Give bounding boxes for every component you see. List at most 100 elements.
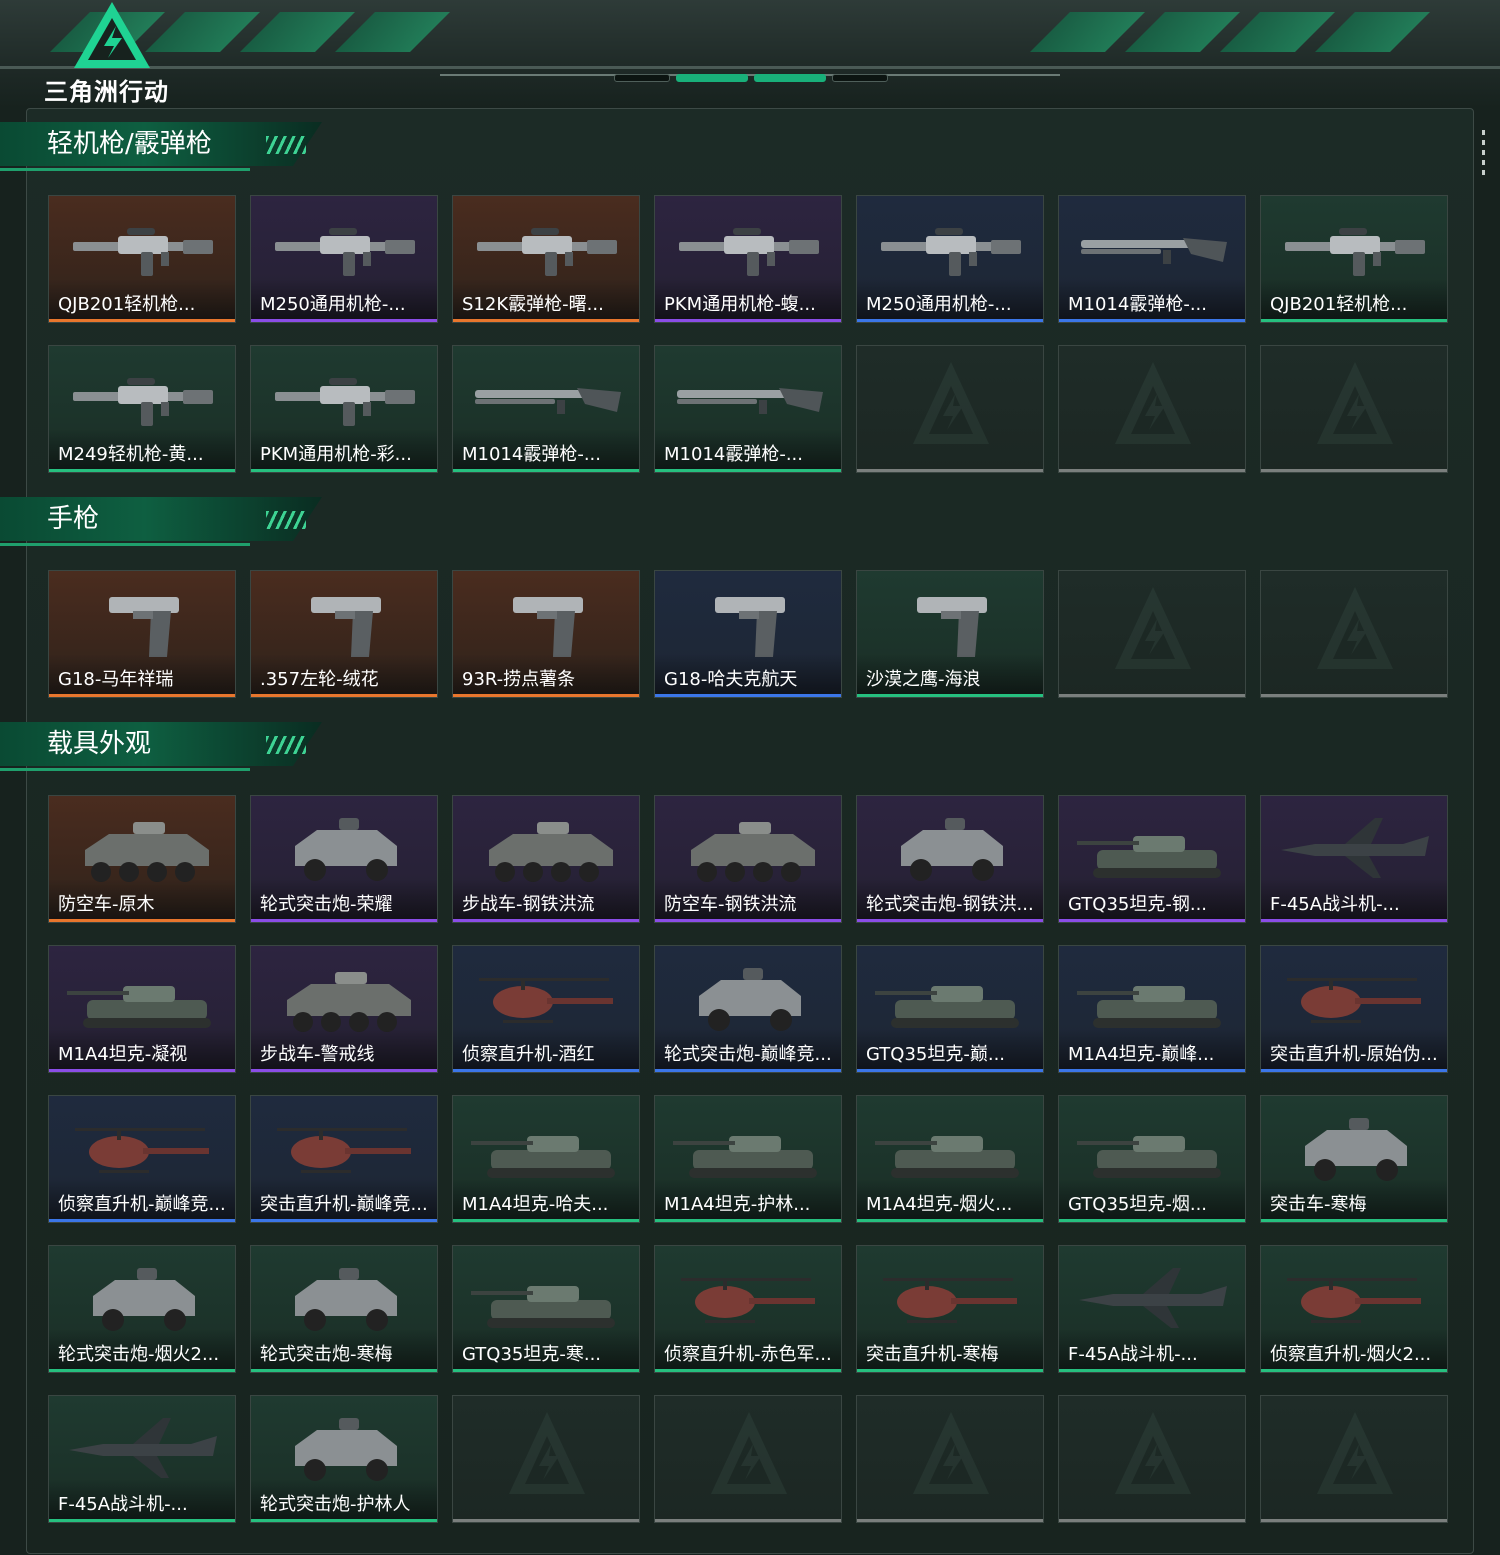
- item-card[interactable]: GTQ35坦克-巅...: [856, 945, 1044, 1073]
- rarity-bar: [251, 1369, 437, 1372]
- rarity-bar: [1059, 1519, 1245, 1522]
- header-decoration: [240, 12, 355, 52]
- item-card[interactable]: 突击直升机-原始伪...: [1260, 945, 1448, 1073]
- scrollbar-dot[interactable]: [1482, 130, 1485, 135]
- item-card[interactable]: 轮式突击炮-护林人: [250, 1395, 438, 1523]
- pistol-icon: [109, 597, 179, 657]
- scrollbar-dot[interactable]: [1482, 160, 1485, 165]
- scrollbar-dot[interactable]: [1482, 150, 1485, 155]
- empty-slot: [654, 1395, 842, 1523]
- item-name: M1A4坦克-凝视: [58, 1044, 188, 1065]
- rarity-bar: [857, 469, 1043, 472]
- rarity-bar: [453, 919, 639, 922]
- item-card[interactable]: 侦察直升机-酒红: [452, 945, 640, 1073]
- item-card[interactable]: 轮式突击炮-巅峰竞...: [654, 945, 842, 1073]
- item-card[interactable]: .357左轮-绒花: [250, 570, 438, 698]
- item-card[interactable]: 侦察直升机-赤色军...: [654, 1245, 842, 1373]
- item-name: 93R-捞点薯条: [462, 669, 576, 690]
- rarity-bar: [857, 1369, 1043, 1372]
- top-header: 三角洲行动: [0, 0, 1500, 108]
- item-card[interactable]: QJB201轻机枪...: [48, 195, 236, 323]
- item-card[interactable]: 突击直升机-巅峰竞...: [250, 1095, 438, 1223]
- item-card[interactable]: S12K霰弹枪-曙...: [452, 195, 640, 323]
- heli-icon: [1287, 978, 1421, 1023]
- truck-icon: [295, 1418, 397, 1481]
- item-card[interactable]: M1A4坦克-烟火...: [856, 1095, 1044, 1223]
- header-divider: [0, 66, 1500, 69]
- item-card[interactable]: G18-哈夫克航天: [654, 570, 842, 698]
- item-name: 轮式突击炮-烟火2...: [58, 1344, 220, 1365]
- heli-icon: [883, 1278, 1017, 1323]
- rarity-bar: [1261, 1519, 1447, 1522]
- item-card[interactable]: 轮式突击炮-烟火2...: [48, 1245, 236, 1373]
- item-name: QJB201轻机枪...: [1270, 294, 1408, 315]
- item-card[interactable]: 沙漠之鹰-海浪: [856, 570, 1044, 698]
- item-card[interactable]: 突击直升机-寒梅: [856, 1245, 1044, 1373]
- item-card[interactable]: GTQ35坦克-烟...: [1058, 1095, 1246, 1223]
- item-name: 突击直升机-巅峰竞...: [260, 1194, 428, 1215]
- item-card[interactable]: M249轻机枪-黄...: [48, 345, 236, 473]
- item-card[interactable]: QJB201轻机枪...: [1260, 195, 1448, 323]
- item-card[interactable]: 防空车-钢铁洪流: [654, 795, 842, 923]
- item-card[interactable]: 防空车-原木: [48, 795, 236, 923]
- empty-slot: [1260, 345, 1448, 473]
- item-card[interactable]: 侦察直升机-巅峰竞...: [48, 1095, 236, 1223]
- item-card[interactable]: PKM通用机枪-蝮...: [654, 195, 842, 323]
- item-name: 突击直升机-寒梅: [866, 1344, 999, 1365]
- item-name: 轮式突击炮-寒梅: [260, 1344, 393, 1365]
- item-card[interactable]: GTQ35坦克-钢...: [1058, 795, 1246, 923]
- item-name: S12K霰弹枪-曙...: [462, 294, 604, 315]
- page-indicator-active[interactable]: [754, 74, 826, 82]
- item-card[interactable]: 侦察直升机-烟火2...: [1260, 1245, 1448, 1373]
- jet-icon: [1079, 1268, 1227, 1328]
- item-card[interactable]: G18-马年祥瑞: [48, 570, 236, 698]
- item-card[interactable]: M250通用机枪-...: [856, 195, 1044, 323]
- pistol-icon: [715, 597, 785, 657]
- rarity-bar: [453, 469, 639, 472]
- item-card[interactable]: M1A4坦克-哈夫...: [452, 1095, 640, 1223]
- rarity-bar: [655, 919, 841, 922]
- heli-icon: [75, 1128, 209, 1173]
- item-card[interactable]: F-45A战斗机-...: [48, 1395, 236, 1523]
- item-name: M1014霰弹枪-...: [664, 444, 803, 465]
- rarity-bar: [49, 1069, 235, 1072]
- item-name: GTQ35坦克-巅...: [866, 1044, 1006, 1065]
- item-card[interactable]: M1A4坦克-巅峰...: [1058, 945, 1246, 1073]
- page-indicator-active[interactable]: [676, 74, 748, 82]
- section-header-vehicle-skins: 载具外观: [0, 722, 330, 774]
- item-card[interactable]: M1014霰弹枪-...: [1058, 195, 1246, 323]
- rarity-bar: [1261, 919, 1447, 922]
- item-card[interactable]: 轮式突击炮-钢铁洪...: [856, 795, 1044, 923]
- item-card[interactable]: M250通用机枪-...: [250, 195, 438, 323]
- page-indicator[interactable]: [832, 74, 888, 82]
- item-card[interactable]: M1A4坦克-凝视: [48, 945, 236, 1073]
- heli-icon: [681, 1278, 815, 1323]
- scrollbar-dot[interactable]: [1482, 140, 1485, 145]
- header-decoration: [1315, 12, 1430, 52]
- rarity-bar: [453, 694, 639, 697]
- scrollbar-dot[interactable]: [1482, 170, 1485, 175]
- page-indicator[interactable]: [614, 74, 670, 82]
- item-card[interactable]: F-45A战斗机-...: [1058, 1245, 1246, 1373]
- item-card[interactable]: 轮式突击炮-荣耀: [250, 795, 438, 923]
- item-card[interactable]: 轮式突击炮-寒梅: [250, 1245, 438, 1373]
- item-card[interactable]: M1014霰弹枪-...: [452, 345, 640, 473]
- rarity-bar: [655, 1219, 841, 1222]
- item-card[interactable]: 步战车-警戒线: [250, 945, 438, 1073]
- item-card[interactable]: 步战车-钢铁洪流: [452, 795, 640, 923]
- item-card[interactable]: 93R-捞点薯条: [452, 570, 640, 698]
- section-title: 手枪: [47, 504, 100, 534]
- rarity-bar: [857, 1069, 1043, 1072]
- item-card[interactable]: M1A4坦克-护林...: [654, 1095, 842, 1223]
- header-divider: [440, 74, 1060, 76]
- item-name: 轮式突击炮-荣耀: [260, 894, 393, 915]
- item-card[interactable]: GTQ35坦克-寒...: [452, 1245, 640, 1373]
- shotgun-icon: [475, 388, 621, 414]
- truck-icon: [699, 968, 801, 1031]
- delta-watermark-icon: [1317, 1412, 1393, 1494]
- item-card[interactable]: F-45A战斗机-...: [1260, 795, 1448, 923]
- item-card[interactable]: M1014霰弹枪-...: [654, 345, 842, 473]
- item-name: PKM通用机枪-蝮...: [664, 294, 816, 315]
- item-card[interactable]: PKM通用机枪-彩...: [250, 345, 438, 473]
- item-card[interactable]: 突击车-寒梅: [1260, 1095, 1448, 1223]
